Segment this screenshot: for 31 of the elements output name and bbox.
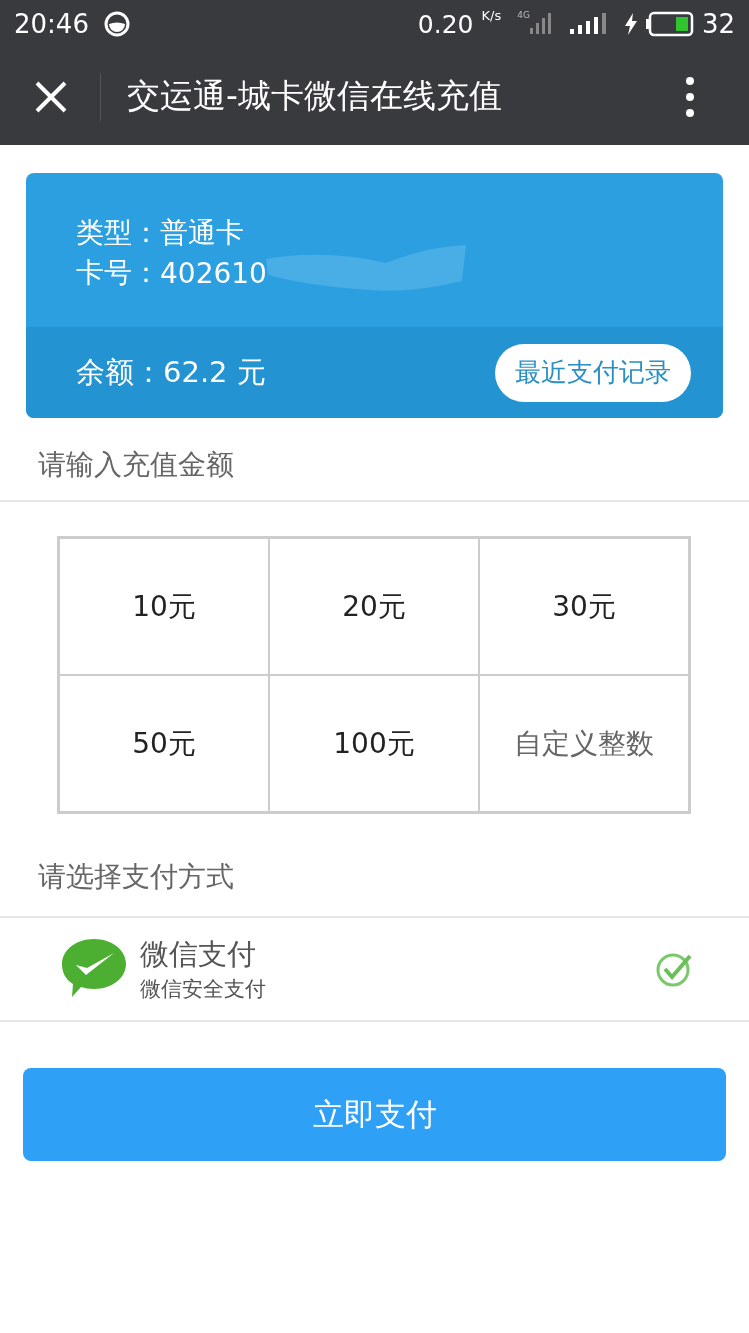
balance-label: 余额：: [76, 353, 163, 391]
number-label: 卡号：: [76, 255, 160, 291]
signal-icon: [569, 12, 608, 36]
charging-icon: [623, 13, 638, 35]
type-label: 类型：: [76, 215, 160, 251]
battery-percent: 32: [701, 9, 735, 39]
page-title: 交运通-城卡微信在线充值: [127, 75, 502, 117]
balance-value: 62.2 元: [163, 353, 266, 391]
amount-option[interactable]: 自定义整数: [479, 675, 689, 812]
payment-option[interactable]: 微信支付 微信安全支付: [0, 918, 749, 1020]
section-title: 请输入充值金额: [37, 447, 235, 483]
close-icon[interactable]: [34, 79, 68, 114]
network-type: 4G: [517, 10, 530, 20]
battery-icon: [645, 11, 694, 37]
signal-icon: [529, 12, 554, 36]
payment-name: 微信支付: [140, 936, 257, 973]
amount-option[interactable]: 10元: [59, 538, 269, 675]
history-button[interactable]: 最近支付记录: [495, 343, 691, 402]
status-time: 20:46: [14, 9, 89, 39]
amount-option[interactable]: 50元: [59, 675, 269, 812]
type-value: 普通卡: [160, 215, 244, 251]
amount-option[interactable]: 20元: [269, 538, 479, 675]
notification-icon: [102, 10, 131, 38]
section-title: 请选择支付方式: [37, 859, 235, 895]
network-speed: 0.20: [417, 9, 474, 39]
amount-option[interactable]: 100元: [269, 675, 479, 812]
amount-option[interactable]: 30元: [479, 538, 689, 675]
payment-subtitle: 微信安全支付: [140, 976, 266, 1003]
card-number: 402610: [160, 256, 267, 290]
more-icon[interactable]: [685, 75, 695, 118]
speed-unit: K/s: [481, 8, 502, 23]
